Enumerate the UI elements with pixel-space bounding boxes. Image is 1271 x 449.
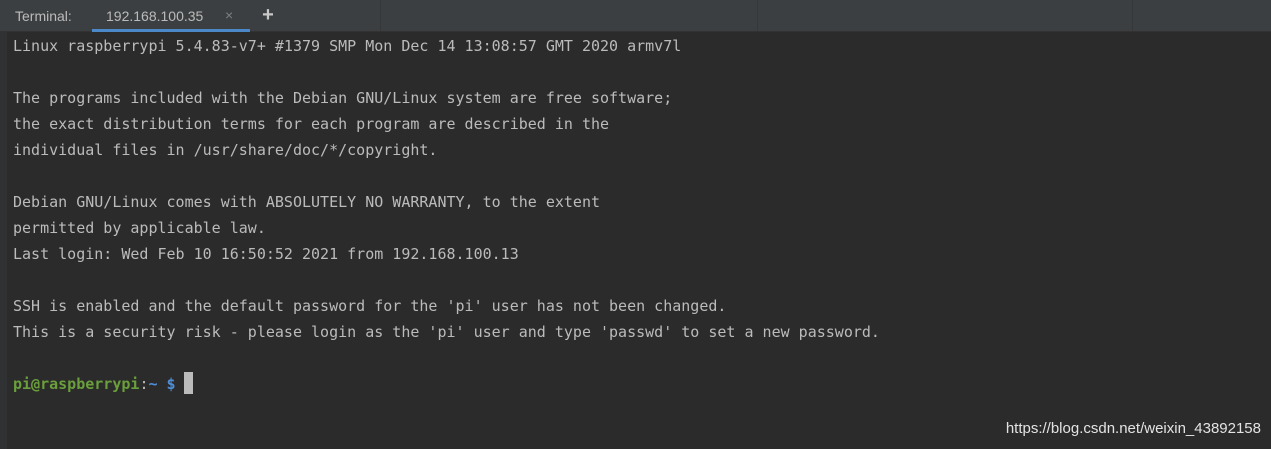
terminal-window: Terminal: 192.168.100.35 × + Linux raspb…: [0, 0, 1271, 449]
tab-bar-divider: [757, 0, 758, 31]
terminal-line: Debian GNU/Linux comes with ABSOLUTELY N…: [13, 193, 600, 211]
tab-bar-divider: [1132, 0, 1133, 31]
tab-192-168-100-35[interactable]: 192.168.100.35 ×: [92, 0, 250, 32]
terminal-line: permitted by applicable law.: [13, 219, 266, 237]
prompt-path: ~: [148, 375, 158, 393]
terminal-output[interactable]: Linux raspberrypi 5.4.83-v7+ #1379 SMP M…: [13, 33, 1263, 397]
terminal-tab-bar: Terminal: 192.168.100.35 × +: [0, 0, 1271, 32]
active-tab-indicator: [92, 29, 250, 32]
terminal-line: the exact distribution terms for each pr…: [13, 115, 610, 133]
tab-bar-divider: [380, 0, 381, 31]
tool-window-title: Terminal:: [15, 8, 72, 24]
terminal-line: This is a security risk - please login a…: [13, 323, 880, 341]
close-icon[interactable]: ×: [225, 0, 233, 32]
tab-label: 192.168.100.35: [106, 8, 204, 24]
shell-prompt[interactable]: pi@raspberrypi:~ $: [13, 371, 1263, 397]
terminal-line: SSH is enabled and the default password …: [13, 297, 727, 315]
terminal-line: The programs included with the Debian GN…: [13, 89, 673, 107]
terminal-gutter: [0, 32, 7, 449]
terminal-line: Linux raspberrypi 5.4.83-v7+ #1379 SMP M…: [13, 37, 682, 55]
watermark: https://blog.csdn.net/weixin_43892158: [1005, 420, 1261, 437]
prompt-symbol: $: [166, 375, 176, 393]
add-tab-button[interactable]: +: [258, 0, 278, 32]
text-cursor: [183, 372, 193, 394]
terminal-line: Last login: Wed Feb 10 16:50:52 2021 fro…: [13, 245, 519, 263]
terminal-line: individual files in /usr/share/doc/*/cop…: [13, 141, 438, 159]
prompt-user-host: pi@raspberrypi: [13, 375, 140, 393]
